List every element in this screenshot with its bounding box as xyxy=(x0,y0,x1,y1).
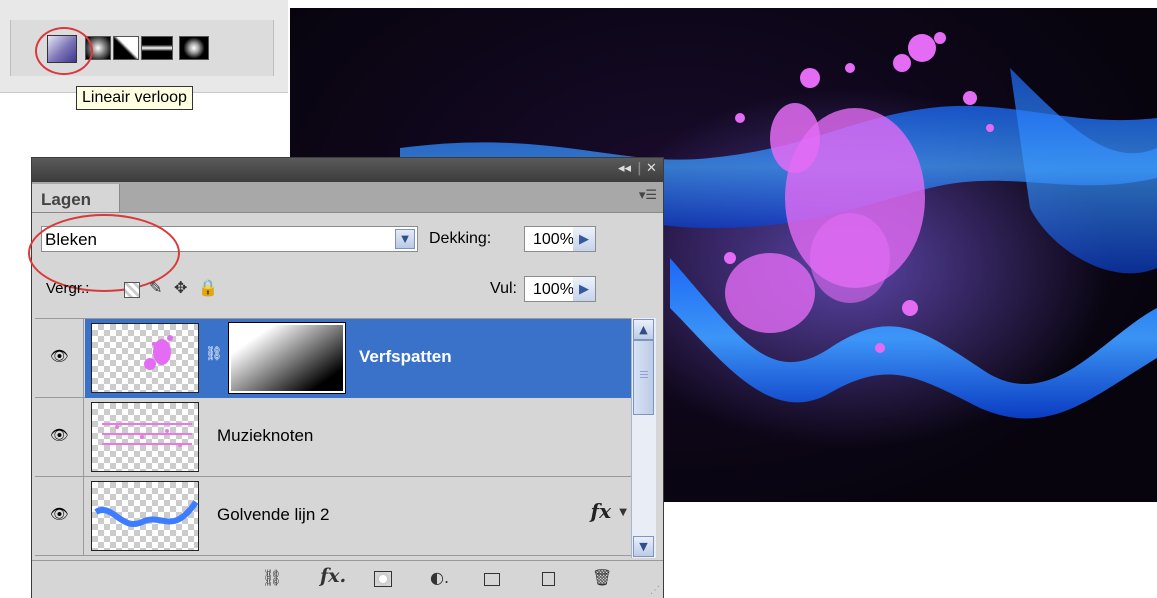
layer-row-main[interactable]: Muzieknoten xyxy=(85,398,631,477)
gradient-options-bar xyxy=(0,0,288,93)
eye-icon: 👁 xyxy=(50,347,70,365)
trash-icon[interactable]: 🗑 xyxy=(592,568,612,587)
layer-thumbnail xyxy=(91,481,199,551)
diamond-gradient-button[interactable] xyxy=(179,36,209,60)
fill-value: 100% xyxy=(533,281,574,298)
scroll-thumb[interactable] xyxy=(633,340,654,415)
highlight-circle xyxy=(35,27,93,75)
fill-label: Vul: xyxy=(490,280,517,297)
scroll-down-icon[interactable]: ▼ xyxy=(633,536,654,557)
adjustment-layer-icon[interactable]: ◐. xyxy=(430,568,449,587)
lock-brush-icon[interactable]: ✎ xyxy=(149,278,162,297)
mask-thumbnail[interactable] xyxy=(228,322,346,394)
layer-row-main[interactable]: ⛓ Verfspatten xyxy=(85,319,631,398)
opacity-field[interactable]: 100% ▶ xyxy=(524,226,596,252)
layer-row-verfspatten[interactable]: 👁 ⛓ Verfspatten xyxy=(35,319,631,398)
eye-icon: 👁 xyxy=(50,426,70,444)
visibility-toggle[interactable]: 👁 xyxy=(38,319,84,398)
layer-scrollbar[interactable]: ▲ ▼ xyxy=(631,318,656,558)
tooltip: Lineair verloop xyxy=(76,86,193,110)
reflected-gradient-button[interactable] xyxy=(141,36,173,60)
new-layer-icon[interactable] xyxy=(542,572,555,586)
lock-all-icon[interactable]: 🔒 xyxy=(198,278,218,297)
resize-grip-icon[interactable]: ⋰ xyxy=(650,585,660,596)
opacity-label: Dekking: xyxy=(429,230,492,247)
layers-panel: ◂◂ | ✕ Lagen ▾☰ Bleken ▼ Dekking: 100% ▶… xyxy=(28,157,664,598)
double-chevron-left-icon[interactable]: ◂◂ xyxy=(618,161,631,176)
lock-label: Vergr.: xyxy=(46,280,90,297)
layer-row-golvende-lijn-2[interactable]: 👁 Golvende lijn 2 fx ▼ xyxy=(35,477,631,556)
tab-row: Lagen ▾☰ xyxy=(32,182,663,213)
tab-layers[interactable]: Lagen xyxy=(32,184,120,212)
layer-name: Muzieknoten xyxy=(217,426,314,445)
layer-name: Verfspatten xyxy=(359,347,452,366)
chevron-down-icon[interactable]: ▼ xyxy=(619,507,627,518)
panel-bottom-bar: ⛓ fx. ◐. 🗑 ⋰ xyxy=(32,560,663,598)
panel-menu-icon[interactable]: ▾☰ xyxy=(639,188,657,203)
layer-thumbnail xyxy=(91,323,199,393)
lock-transparency-icon[interactable] xyxy=(124,282,140,298)
fx-icon[interactable]: fx. xyxy=(320,565,346,587)
add-mask-icon[interactable] xyxy=(374,571,392,587)
panel-titlebar[interactable]: ◂◂ | ✕ xyxy=(32,158,663,182)
visibility-toggle[interactable]: 👁 xyxy=(38,477,84,556)
lock-move-icon[interactable]: ✥ xyxy=(174,278,187,297)
blend-row: Bleken ▼ Dekking: 100% ▶ xyxy=(28,214,663,292)
opacity-value: 100% xyxy=(533,231,574,248)
visibility-toggle[interactable]: 👁 xyxy=(38,398,84,477)
layer-thumbnail xyxy=(91,402,199,472)
new-group-icon[interactable] xyxy=(484,573,500,586)
layer-name: Golvende lijn 2 xyxy=(217,505,330,524)
layer-list: 👁 ⛓ Verfspatten 👁 Muzieknoten 👁 Golvende… xyxy=(35,318,631,559)
layer-row-main[interactable]: Golvende lijn 2 fx ▼ xyxy=(85,477,631,556)
opacity-slider-arrow-icon[interactable]: ▶ xyxy=(573,227,595,251)
link-layers-icon[interactable]: ⛓ xyxy=(262,568,282,587)
layer-row-muzieknoten[interactable]: 👁 Muzieknoten xyxy=(35,398,631,477)
fill-field[interactable]: 100% ▶ xyxy=(524,276,596,302)
scroll-up-icon[interactable]: ▲ xyxy=(633,319,654,340)
mask-link-icon[interactable]: ⛓ xyxy=(205,346,223,362)
fill-slider-arrow-icon[interactable]: ▶ xyxy=(573,277,595,301)
angle-gradient-button[interactable] xyxy=(113,36,139,60)
fx-icon[interactable]: fx xyxy=(590,499,611,523)
close-icon[interactable]: ✕ xyxy=(646,161,657,176)
lock-row: Vergr.: ✎ ✥ 🔒 Vul: 100% ▶ xyxy=(32,272,663,306)
chevron-down-icon[interactable]: ▼ xyxy=(395,229,415,249)
eye-icon: 👁 xyxy=(50,505,70,523)
